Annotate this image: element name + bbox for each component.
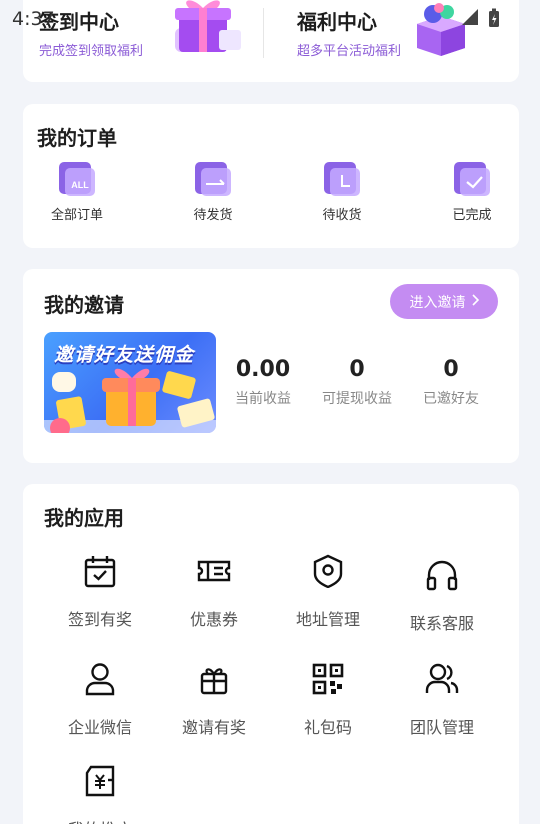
gift-icon: [200, 668, 228, 695]
app-checkin-reward-label: 签到有奖: [67, 610, 132, 629]
to-receive-icon: [322, 162, 362, 198]
status-icons: [460, 8, 500, 32]
order-completed[interactable]: 已完成: [432, 162, 512, 223]
top-divider: [263, 8, 264, 58]
promotion-icon: [85, 765, 115, 797]
app-gift-code[interactable]: 礼包码: [278, 662, 378, 738]
checkin-center[interactable]: 签到中心 完成签到领取福利: [23, 0, 263, 82]
app-enterprise-wechat[interactable]: 企业微信: [50, 662, 150, 738]
app-team-management[interactable]: 团队管理: [392, 662, 492, 738]
app-coupon-label: 优惠券: [189, 610, 238, 629]
signal-icon: [460, 8, 480, 32]
order-completed-label: 已完成: [452, 208, 492, 223]
orders-card: 我的订单 ALL 全部订单 待发货 待收货 已完成: [23, 104, 519, 248]
order-to-receive-label: 待收货: [322, 208, 362, 223]
app-checkin-reward[interactable]: 签到有奖: [50, 554, 150, 630]
app-my-promotion[interactable]: 我的推广: [50, 764, 150, 824]
order-all[interactable]: ALL 全部订单: [37, 162, 117, 223]
completed-icon: [452, 162, 492, 198]
order-all-label: 全部订单: [50, 208, 103, 223]
app-customer-service[interactable]: 联系客服: [392, 558, 492, 634]
banner-gift-illustration: [44, 368, 216, 433]
stat-current-earnings-label: 当前收益: [235, 391, 291, 407]
app-address[interactable]: 地址管理: [278, 554, 378, 630]
invite-card: 我的邀请 进入邀请 邀请好友送佣金 0.00 当前收益 0 可提现收益 0 已邀…: [23, 269, 519, 463]
headset-icon: [426, 560, 458, 591]
calendar-check-icon: [84, 556, 116, 588]
stat-withdrawable: 0 可提现收益: [312, 357, 402, 408]
welfare-subtitle: 超多平台活动福利: [297, 44, 402, 59]
app-invite-reward[interactable]: 邀请有奖: [164, 662, 264, 738]
chevron-right-icon: [471, 293, 479, 310]
app-invite-reward-label: 邀请有奖: [181, 718, 246, 737]
to-ship-icon: [193, 162, 233, 198]
status-time: 4:37: [12, 8, 55, 30]
invite-friends-banner[interactable]: 邀请好友送佣金: [44, 332, 216, 433]
coupon-icon: [197, 560, 231, 582]
enter-invite-label: 进入邀请: [409, 294, 466, 311]
app-enterprise-wechat-label: 企业微信: [67, 718, 132, 737]
orders-title: 我的订单: [37, 126, 117, 150]
order-to-ship-label: 待发货: [193, 208, 233, 223]
enter-invite-button[interactable]: 进入邀请: [390, 284, 498, 319]
stat-withdrawable-value: 0: [349, 357, 365, 382]
checkin-subtitle: 完成签到领取福利: [39, 44, 144, 59]
qrcode-icon: [312, 663, 344, 695]
all-badge-text: ALL: [71, 180, 89, 190]
order-to-receive[interactable]: 待收货: [302, 162, 382, 223]
team-icon: [425, 663, 459, 693]
welfare-title: 福利中心: [297, 10, 377, 34]
app-team-management-label: 团队管理: [409, 718, 474, 737]
app-customer-service-label: 联系客服: [409, 614, 474, 633]
stat-invited-friends-label: 已邀好友: [423, 391, 479, 407]
app-gift-code-label: 礼包码: [303, 718, 352, 737]
apps-card: 我的应用 签到有奖 优惠券 地址管理 联系客服 企业微信 邀请有奖 礼包码 团队…: [23, 484, 519, 824]
battery-icon: [488, 8, 500, 32]
order-to-ship[interactable]: 待发货: [173, 162, 253, 223]
invite-title: 我的邀请: [44, 293, 124, 317]
all-orders-icon: ALL: [57, 162, 97, 198]
location-icon: [313, 554, 343, 588]
app-coupon[interactable]: 优惠券: [164, 554, 264, 630]
top-feature-card: 签到中心 完成签到领取福利 福利中心 超多平台活动福利: [23, 0, 519, 82]
stat-current-earnings-value: 0.00: [235, 357, 291, 382]
gift-box-illustration: [169, 0, 245, 58]
app-my-promotion-label: 我的推广: [50, 816, 150, 824]
stat-invited-friends: 0 已邀好友: [406, 357, 496, 408]
stat-withdrawable-label: 可提现收益: [322, 391, 392, 407]
apps-title: 我的应用: [44, 506, 124, 530]
person-icon: [85, 663, 115, 696]
stat-invited-friends-value: 0: [443, 357, 459, 382]
app-address-label: 地址管理: [295, 610, 360, 629]
stat-current-earnings: 0.00 当前收益: [218, 357, 308, 408]
